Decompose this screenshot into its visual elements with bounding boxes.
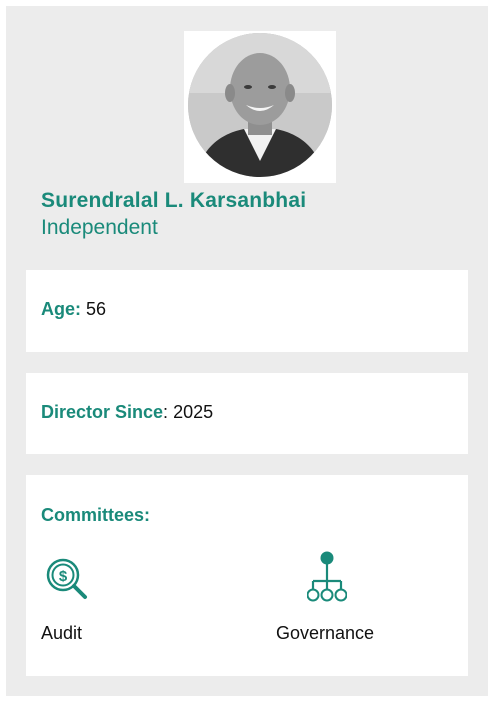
director-since-row: Director Since: 2025 (41, 402, 214, 422)
age-box: Age: 56 (26, 270, 468, 352)
committee-governance-label: Governance (276, 623, 375, 643)
director-status: Independent (41, 216, 158, 239)
director-photo (188, 33, 332, 177)
director-since-box: Director Since: 2025 (26, 373, 468, 454)
committees-title: Committees: (41, 505, 151, 525)
photo-frame (184, 31, 336, 183)
committees-box: Committees: $ Audit Governance (26, 475, 468, 676)
svg-text:$: $ (59, 568, 68, 585)
director-name: Surendralal L. Karsanbhai (41, 189, 307, 212)
magnifier-dollar-icon: $ (43, 555, 91, 603)
committee-audit-label: Audit (41, 623, 83, 643)
portrait-image (188, 33, 332, 177)
director-since-value: 2025 (173, 402, 214, 422)
director-profile-card: Surendralal L. Karsanbhai Independent Ag… (6, 6, 488, 696)
age-value: 56 (86, 299, 107, 319)
org-chart-icon (306, 551, 348, 605)
age-row: Age: 56 (41, 299, 106, 320)
age-label: Age: (41, 299, 81, 319)
director-since-label: Director Since (41, 402, 164, 422)
